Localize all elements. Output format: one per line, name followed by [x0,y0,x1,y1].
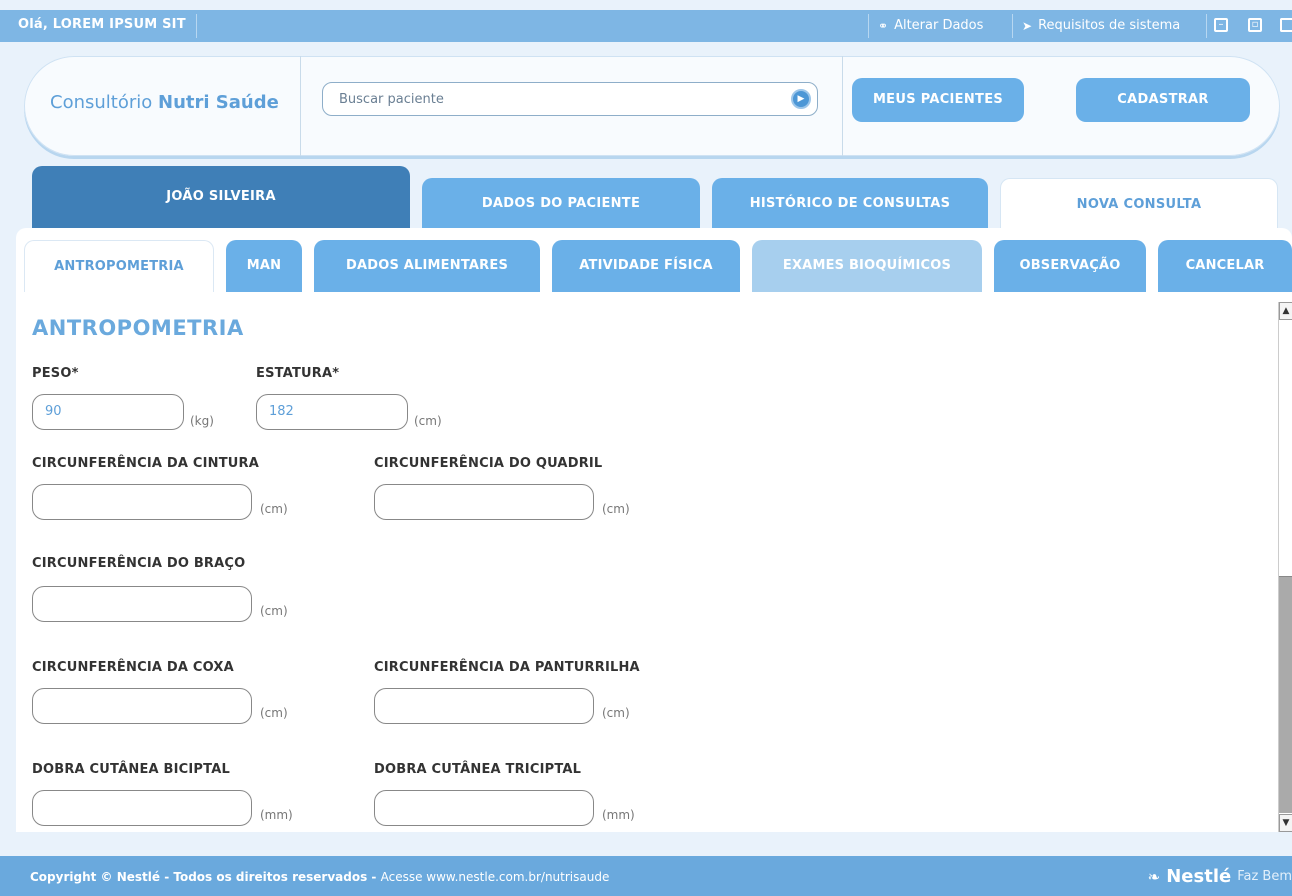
coxa-label: CIRCUNFERÊNCIA DA COXA [32,660,234,675]
estatura-label: ESTATURA* [256,366,340,381]
section-tabs: ANTROPOMETRIA MAN DADOS ALIMENTARES ATIV… [16,240,1292,292]
divider [842,56,843,156]
form-content: ANTROPOMETRIA PESO* 90 (kg) ESTATURA* 18… [16,292,1276,832]
tab-antropometria[interactable]: ANTROPOMETRIA [24,240,214,292]
slogan: Faz Bem [1237,869,1292,884]
requisitos-label: Requisitos de sistema [1038,18,1181,33]
tab-dados-do-paciente[interactable]: DADOS DO PACIENTE [422,178,700,232]
braco-label: CIRCUNFERÊNCIA DO BRAÇO [32,556,246,571]
peso-unit: (kg) [190,414,214,428]
patient-name-tab: JOÃO SILVEIRA [32,166,410,230]
maximize-icon[interactable]: ▫ [1248,18,1262,32]
divider [196,14,197,38]
panturrilha-label: CIRCUNFERÊNCIA DA PANTURRILHA [374,660,640,675]
brand-regular: Consultório [50,92,153,113]
search-box: ▶ [322,82,818,116]
peso-label: PESO* [32,366,79,381]
section-title: ANTROPOMETRIA [32,316,244,340]
nestle-wordmark: Nestlé [1166,866,1232,887]
tab-exames-bioquimicos[interactable]: EXAMES BIOQUÍMICOS [752,240,982,292]
panturrilha-unit: (cm) [602,706,630,720]
tricipital-label: DOBRA CUTÂNEA TRICIPTAL [374,762,582,777]
greeting-text: Olá, LOREM IPSUM SIT [18,17,186,32]
divider [300,56,301,156]
quadril-label: CIRCUNFERÊNCIA DO QUADRIL [374,456,603,471]
bicipital-field[interactable] [32,790,252,826]
panturrilha-field[interactable] [374,688,594,724]
cintura-label: CIRCUNFERÊNCIA DA CINTURA [32,456,259,471]
tricipital-unit: (mm) [602,808,635,822]
divider [868,14,869,38]
tricipital-field[interactable] [374,790,594,826]
site-link[interactable]: Acesse www.nestle.com.br/nutrisaude [381,870,610,884]
tab-dados-alimentares[interactable]: DADOS ALIMENTARES [314,240,540,292]
peso-field[interactable]: 90 [32,394,184,430]
search-go-icon[interactable]: ▶ [791,89,811,109]
tag-icon: ➤ [1022,18,1033,33]
quadril-unit: (cm) [602,502,630,516]
meus-pacientes-button[interactable]: MEUS PACIENTES [852,78,1024,122]
braco-field[interactable] [32,586,252,622]
vertical-scrollbar[interactable]: ▲ ▼ [1278,302,1292,832]
tab-cancelar[interactable]: CANCELAR [1158,240,1292,292]
tab-atividade-fisica[interactable]: ATIVIDADE FÍSICA [552,240,740,292]
copyright-label: Copyright © Nestlé - Todos os direitos r… [30,870,377,884]
alterar-dados-label: Alterar Dados [894,18,984,33]
close-icon[interactable] [1280,18,1292,32]
divider [1012,14,1013,38]
cintura-unit: (cm) [260,502,288,516]
nestle-logo: ❧ Nestlé Faz Bem [1148,866,1292,887]
scroll-thumb[interactable] [1279,576,1292,813]
estatura-unit: (cm) [414,414,442,428]
top-bar: Olá, LOREM IPSUM SIT ⚭ Alterar Dados ➤ R… [0,10,1292,42]
peso-value: 90 [45,404,62,419]
cadastrar-button[interactable]: CADASTRAR [1076,78,1250,122]
bicipital-unit: (mm) [260,808,293,822]
footer: Copyright © Nestlé - Todos os direitos r… [0,856,1292,896]
scroll-up-icon[interactable]: ▲ [1279,302,1292,320]
estatura-field[interactable]: 182 [256,394,408,430]
tab-observacao[interactable]: OBSERVAÇÃO [994,240,1146,292]
cintura-field[interactable] [32,484,252,520]
tab-historico-de-consultas[interactable]: HISTÓRICO DE CONSULTAS [712,178,988,232]
braco-unit: (cm) [260,604,288,618]
divider [1206,14,1207,38]
alterar-dados-link[interactable]: ⚭ Alterar Dados [878,18,983,33]
requisitos-link[interactable]: ➤ Requisitos de sistema [1022,18,1180,33]
tab-man[interactable]: MAN [226,240,302,292]
header-bar: Consultório Nutri Saúde ▶ MEUS PACIENTES… [24,56,1280,156]
search-input[interactable] [337,91,781,108]
nest-icon: ❧ [1147,867,1161,886]
brand-logo: Consultório Nutri Saúde [50,92,279,113]
coxa-unit: (cm) [260,706,288,720]
quadril-field[interactable] [374,484,594,520]
scroll-down-icon[interactable]: ▼ [1279,814,1292,832]
estatura-value: 182 [269,404,294,419]
bicipital-label: DOBRA CUTÂNEA BICIPTAL [32,762,230,777]
coxa-field[interactable] [32,688,252,724]
minimize-icon[interactable]: – [1214,18,1228,32]
copyright-text: Copyright © Nestlé - Todos os direitos r… [30,870,609,884]
tab-nova-consulta[interactable]: NOVA CONSULTA [1000,178,1278,232]
users-icon: ⚭ [878,18,889,33]
brand-bold: Nutri Saúde [158,92,279,113]
